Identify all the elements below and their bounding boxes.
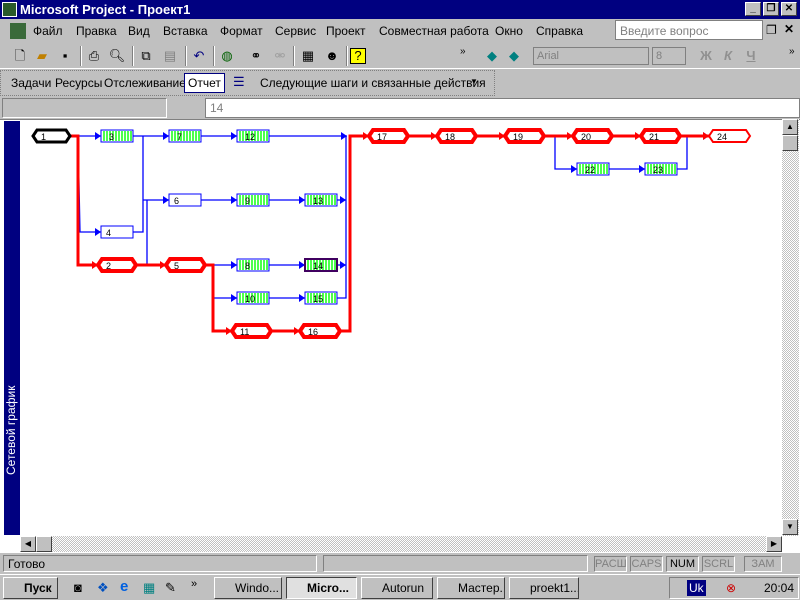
node-id-label: 18 <box>445 132 455 142</box>
network-node <box>638 128 683 144</box>
network-diagram: 1234567891011121314151617 18 19 20 2122 2324 <box>31 128 752 339</box>
dependency-link <box>337 136 347 299</box>
language-indicator[interactable]: Uk <box>687 580 706 596</box>
network-node <box>434 128 479 144</box>
dependency-link <box>677 135 709 170</box>
task-label: Мастер... <box>458 581 505 595</box>
node-id-label: 3 <box>109 132 114 142</box>
scroll-left-button[interactable]: ◀ <box>20 536 36 552</box>
network-node <box>502 128 547 144</box>
scroll-right-button[interactable]: ▶ <box>766 536 782 552</box>
node-id-label: 19 <box>513 132 523 142</box>
indicator-caps: CAPS <box>630 556 663 572</box>
toolbar-overflow-icon[interactable]: » <box>789 46 795 57</box>
indicator-ovr: ЗАМ <box>744 556 782 572</box>
task-windows[interactable]: Windo... <box>214 577 282 599</box>
indicator-ext: РАСШ <box>594 556 627 572</box>
indicator-scrl: SCRL <box>702 556 735 572</box>
indicator-num: NUM <box>666 556 699 572</box>
node-id-label: 11 <box>240 327 249 337</box>
vertical-scrollbar[interactable]: ▲ ▼ <box>782 119 799 536</box>
task-label: Windo... <box>235 581 280 595</box>
close-button[interactable]: ✕ <box>781 2 797 16</box>
network-node <box>95 257 139 273</box>
node-id-label: 14 <box>313 261 323 271</box>
arrow-head-icon <box>231 132 237 140</box>
node-id-label: 13 <box>313 196 323 206</box>
quicklaunch-more-icon[interactable]: » <box>191 578 197 590</box>
tray-icon[interactable]: ⊗ <box>726 581 736 595</box>
node-id-label: 24 <box>717 132 727 142</box>
node-id-label: 23 <box>653 165 663 175</box>
node-id-label: 1 <box>41 132 46 142</box>
arrow-head-icon <box>163 132 169 140</box>
doc-close-button[interactable]: ✕ <box>784 22 794 36</box>
arrow-head-icon <box>163 196 169 204</box>
node-id-label: 5 <box>174 261 179 271</box>
task-label: proekt1... <box>530 581 579 595</box>
arrow-head-icon <box>340 261 346 269</box>
arrow-head-icon <box>95 228 101 236</box>
node-id-label: 16 <box>308 327 318 337</box>
quicklaunch-ie-icon[interactable]: e <box>120 578 128 595</box>
task-label: Autorun <box>382 581 425 595</box>
quicklaunch-desktop-icon[interactable]: ◙ <box>74 580 82 595</box>
network-node <box>163 257 208 273</box>
node-id-label: 20 <box>581 132 591 142</box>
arrow-head-icon <box>95 132 101 140</box>
horizontal-scrollbar[interactable]: ◀ ▶ <box>20 536 782 552</box>
dependency-link <box>212 265 237 299</box>
start-button[interactable]: Пуск <box>3 577 58 599</box>
clock: 20:04 <box>764 581 795 595</box>
task-proekt1[interactable]: proekt1... <box>509 577 579 599</box>
dependency-link <box>544 135 577 170</box>
arrow-head-icon <box>299 294 305 302</box>
dependency-link <box>133 136 144 233</box>
start-label: Пуск <box>24 581 52 595</box>
scroll-up-button[interactable]: ▲ <box>782 119 798 135</box>
node-id-label: 15 <box>313 294 323 304</box>
quicklaunch-edit-icon[interactable]: ✎ <box>165 580 176 596</box>
system-tray: Uk ⊗ 20:04 <box>669 577 799 599</box>
node-id-label: 7 <box>177 132 182 142</box>
task-wizard[interactable]: Мастер... <box>437 577 505 599</box>
task-autorun[interactable]: Autorun <box>361 577 433 599</box>
node-id-label: 6 <box>174 196 179 206</box>
node-id-label: 12 <box>245 132 255 142</box>
status-text: Готово <box>3 555 317 572</box>
network-node <box>229 323 274 339</box>
node-id-label: 4 <box>106 228 111 238</box>
arrow-head-icon <box>231 294 237 302</box>
status-panel <box>323 555 588 572</box>
arrow-head-icon <box>231 261 237 269</box>
node-id-label: 2 <box>106 261 111 271</box>
network-node <box>31 128 72 144</box>
node-id-label: 17 <box>377 132 387 142</box>
critical-link <box>340 134 369 333</box>
scroll-thumb[interactable] <box>782 135 798 151</box>
node-id-label: 9 <box>245 196 250 206</box>
task-label: Micro... <box>307 581 350 595</box>
arrow-head-icon <box>571 165 577 173</box>
network-node <box>297 323 343 339</box>
quicklaunch-channels-icon[interactable]: ❖ <box>97 580 109 596</box>
node-id-label: 8 <box>245 261 250 271</box>
scroll-down-button[interactable]: ▼ <box>782 519 798 535</box>
dependency-link <box>77 135 101 233</box>
node-id-label: 10 <box>245 294 255 304</box>
arrow-head-icon <box>299 196 305 204</box>
critical-link <box>70 134 98 267</box>
scroll-thumb[interactable] <box>36 536 52 552</box>
network-node <box>570 128 615 144</box>
arrow-head-icon <box>231 196 237 204</box>
arrow-head-icon <box>639 165 645 173</box>
network-node <box>366 128 411 144</box>
arrow-head-icon <box>340 196 346 204</box>
node-id-label: 22 <box>585 165 595 175</box>
network-node <box>707 129 752 143</box>
quicklaunch-calc-icon[interactable]: ▦ <box>143 580 155 596</box>
node-id-label: 21 <box>649 132 659 142</box>
task-microsoft-project[interactable]: Micro... <box>286 577 357 599</box>
